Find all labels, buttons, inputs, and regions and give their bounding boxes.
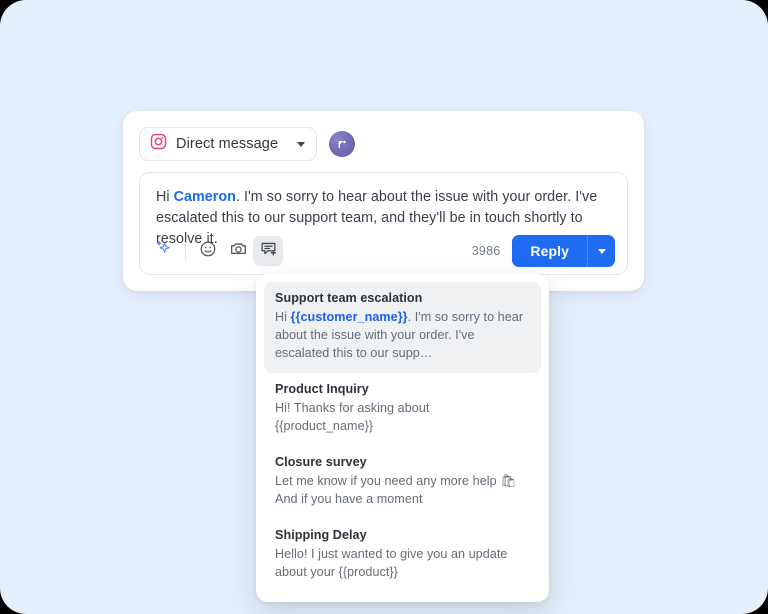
snippet-preview: Hello! I just wanted to give you an upda… xyxy=(275,547,508,579)
customer-mention: Cameron xyxy=(173,189,236,205)
snippet-prefix: Hi xyxy=(275,310,291,324)
character-count: 3986 xyxy=(471,244,501,258)
snippet-title: Closure survey xyxy=(275,455,367,469)
message-editor[interactable]: Hi Cameron. I'm so sorry to hear about t… xyxy=(139,172,628,275)
snippet-item[interactable]: Product Inquiry Hi! Thanks for asking ab… xyxy=(264,373,541,446)
snippet-insert-button[interactable] xyxy=(253,236,283,266)
snippet-variable: {{customer_name}} xyxy=(290,310,408,324)
reply-button[interactable]: Reply xyxy=(512,235,587,267)
image-upload-button[interactable] xyxy=(223,236,253,266)
chevron-down-icon xyxy=(297,141,306,147)
app-canvas: Direct message Hi Cameron. I'm so sorry … xyxy=(0,0,768,614)
reply-button-group: Reply xyxy=(512,235,615,267)
snippet-item[interactable]: Support team escalation Hi {{customer_na… xyxy=(264,282,541,373)
chevron-down-icon xyxy=(597,248,606,254)
camera-icon xyxy=(229,239,248,263)
sparkle-ai-icon xyxy=(154,239,173,263)
snippet-item[interactable]: Closure survey Let me know if you need a… xyxy=(264,446,541,519)
instagram-icon xyxy=(150,133,167,155)
sparkle-ai-button[interactable] xyxy=(148,236,178,266)
composer-toolbar: 3986 Reply xyxy=(140,228,627,274)
snippets-dropdown: Support team escalation Hi {{customer_na… xyxy=(256,274,549,602)
message-greeting: Hi xyxy=(156,189,174,205)
channel-select-dropdown[interactable]: Direct message xyxy=(139,127,318,161)
emoji-button[interactable] xyxy=(193,236,223,266)
reply-options-button[interactable] xyxy=(587,235,615,267)
snippet-preview: Hi {{customer_name}}. I'm so sorry to he… xyxy=(275,308,530,362)
snippet-preview: Hi! Thanks for asking about {{product_na… xyxy=(275,401,430,433)
snippet-preview: Let me know if you need any more help 🛍 … xyxy=(275,474,517,506)
toolbar-divider xyxy=(185,241,186,261)
message-add-icon xyxy=(259,239,278,263)
composer-card: Direct message Hi Cameron. I'm so sorry … xyxy=(123,111,644,291)
snippet-item[interactable]: Shipping Delay Hello! I just wanted to g… xyxy=(264,519,541,592)
channel-select-label: Direct message xyxy=(176,136,279,152)
snippet-title: Product Inquiry xyxy=(275,382,369,396)
composer-header: Direct message xyxy=(123,111,644,161)
snippet-title: Shipping Delay xyxy=(275,528,367,542)
emoji-smiley-icon xyxy=(199,240,217,263)
user-avatar[interactable] xyxy=(329,131,356,157)
snippet-title: Support team escalation xyxy=(275,291,423,305)
